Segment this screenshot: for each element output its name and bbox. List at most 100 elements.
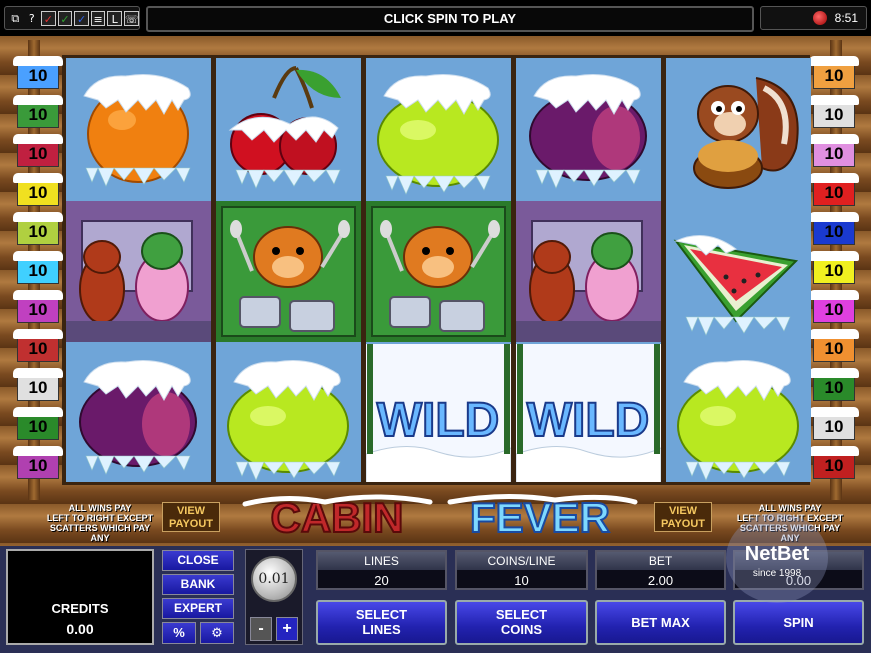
payline-marker[interactable]: 10 bbox=[809, 446, 859, 479]
payline-number: 10 bbox=[17, 413, 59, 440]
coins-per-line-header: COINS/LINE bbox=[457, 552, 586, 570]
payline-markers-right: 10 10 10 10 10 10 10 10 10 10 10 bbox=[809, 56, 859, 485]
payline-marker[interactable]: 10 bbox=[809, 329, 859, 362]
payline-marker[interactable]: 10 bbox=[809, 290, 859, 323]
view-payout-button-left[interactable]: VIEW PAYOUT bbox=[162, 502, 220, 532]
lines-header: LINES bbox=[318, 552, 445, 570]
settings-button[interactable]: ⚙ bbox=[200, 622, 234, 644]
check-icon[interactable]: ✓ bbox=[41, 10, 56, 26]
logo-word-fever: FEVER bbox=[470, 494, 610, 541]
reel-4: WILD bbox=[516, 58, 661, 482]
bet-max-button[interactable]: BET MAX bbox=[595, 600, 726, 645]
coin-decrease-button[interactable]: - bbox=[250, 617, 272, 641]
payline-number: 10 bbox=[813, 374, 855, 401]
wild-text: WILD bbox=[377, 394, 500, 447]
coins-per-line-value: 10 bbox=[514, 573, 529, 588]
select-coins-button[interactable]: SELECT COINS bbox=[455, 600, 588, 645]
percent-button[interactable]: % bbox=[162, 622, 196, 644]
reel-2 bbox=[216, 58, 361, 482]
lines-field: LINES 20 bbox=[316, 550, 447, 590]
payline-marker[interactable]: 10 bbox=[809, 212, 859, 245]
stats-icon[interactable]: ≡ bbox=[90, 10, 106, 26]
payline-marker[interactable]: 10 bbox=[13, 56, 63, 89]
symbol-bear-drums bbox=[366, 201, 511, 342]
payline-marker[interactable]: 10 bbox=[809, 173, 859, 206]
coin-selector: 0.01 - + bbox=[245, 549, 303, 645]
snow-cap bbox=[13, 173, 63, 183]
snow-cap bbox=[13, 407, 63, 417]
clock-box: 8:51 bbox=[760, 6, 867, 30]
payline-number: 10 bbox=[813, 140, 855, 167]
symbol-plum bbox=[66, 344, 211, 482]
snow-cap bbox=[13, 95, 63, 105]
payline-marker[interactable]: 10 bbox=[809, 368, 859, 401]
coin-increase-button[interactable]: + bbox=[276, 617, 298, 641]
snow-cap bbox=[13, 446, 63, 456]
snow-cap bbox=[809, 134, 859, 144]
watermark-since: since 1998 bbox=[752, 568, 802, 579]
payline-number: 10 bbox=[813, 257, 855, 284]
payline-marker[interactable]: 10 bbox=[13, 290, 63, 323]
payline-marker[interactable]: 10 bbox=[13, 173, 63, 206]
snow-cap bbox=[13, 134, 63, 144]
payline-marker[interactable]: 10 bbox=[13, 446, 63, 479]
bet-header: BET bbox=[597, 552, 724, 570]
payline-number: 10 bbox=[17, 140, 59, 167]
snow-cap bbox=[809, 290, 859, 300]
payline-number: 10 bbox=[813, 335, 855, 362]
payline-marker[interactable]: 10 bbox=[809, 134, 859, 167]
payline-marker[interactable]: 10 bbox=[809, 56, 859, 89]
L-icon[interactable]: L bbox=[107, 10, 123, 26]
bet-field: BET 2.00 bbox=[595, 550, 726, 590]
symbol-wild: WILD bbox=[366, 344, 511, 482]
all-wins-note-left: ALL WINS PAY LEFT TO RIGHT EXCEPT SCATTE… bbox=[46, 503, 154, 543]
bank-button[interactable]: BANK bbox=[162, 574, 234, 595]
payline-number: 10 bbox=[17, 335, 59, 362]
payline-marker[interactable]: 10 bbox=[809, 95, 859, 128]
payline-marker[interactable]: 10 bbox=[13, 407, 63, 440]
spin-button[interactable]: SPIN bbox=[733, 600, 864, 645]
payline-marker[interactable]: 10 bbox=[809, 251, 859, 284]
credits-value: 0.00 bbox=[66, 621, 94, 637]
payline-marker[interactable]: 10 bbox=[809, 407, 859, 440]
phone-icon[interactable]: ☏ bbox=[124, 10, 140, 26]
payline-marker[interactable]: 10 bbox=[13, 251, 63, 284]
symbol-squirrel bbox=[666, 58, 811, 199]
help-icon[interactable]: ? bbox=[25, 11, 40, 26]
window-icon[interactable]: ⧉ bbox=[8, 11, 23, 26]
snow-cap bbox=[809, 329, 859, 339]
payline-marker[interactable]: 10 bbox=[13, 368, 63, 401]
check-icon[interactable]: ✓ bbox=[57, 10, 73, 26]
coin-value-chip: 0.01 bbox=[251, 556, 297, 602]
payline-marker[interactable]: 10 bbox=[13, 134, 63, 167]
payline-number: 10 bbox=[813, 179, 855, 206]
top-bar: ⧉ ? ✓ ✓ ✓ ≡ L ☏ CLICK SPIN TO PLAY 8:51 bbox=[0, 0, 871, 36]
symbol-wild: WILD bbox=[516, 344, 661, 482]
snow-cap bbox=[809, 446, 859, 456]
snow-cap bbox=[809, 251, 859, 261]
payline-marker[interactable]: 10 bbox=[13, 212, 63, 245]
bet-value: 2.00 bbox=[647, 573, 674, 588]
payline-marker[interactable]: 10 bbox=[13, 95, 63, 128]
payline-number: 10 bbox=[17, 101, 59, 128]
coins-per-line-field: COINS/LINE 10 bbox=[455, 550, 588, 590]
close-button[interactable]: CLOSE bbox=[162, 550, 234, 571]
symbol-lemon bbox=[366, 58, 511, 199]
symbol-bears-dancing bbox=[66, 201, 211, 342]
payline-number: 10 bbox=[813, 413, 855, 440]
payline-number: 10 bbox=[17, 296, 59, 323]
reel-3: WILD bbox=[366, 58, 511, 482]
view-payout-button-right[interactable]: VIEW PAYOUT bbox=[654, 502, 712, 532]
symbol-bear-drums bbox=[216, 201, 361, 342]
check-icon[interactable]: ✓ bbox=[74, 10, 89, 26]
select-lines-button[interactable]: SELECT LINES bbox=[316, 600, 447, 645]
payline-number: 10 bbox=[17, 374, 59, 401]
gear-icon: ⚙ bbox=[211, 626, 223, 641]
symbol-orange bbox=[66, 58, 211, 199]
lines-value: 20 bbox=[374, 573, 389, 588]
expert-button[interactable]: EXPERT bbox=[162, 598, 234, 619]
payline-number: 10 bbox=[813, 218, 855, 245]
payline-marker[interactable]: 10 bbox=[13, 329, 63, 362]
reel-5 bbox=[666, 58, 811, 482]
netbet-watermark: NetBet since 1998 bbox=[726, 513, 828, 603]
